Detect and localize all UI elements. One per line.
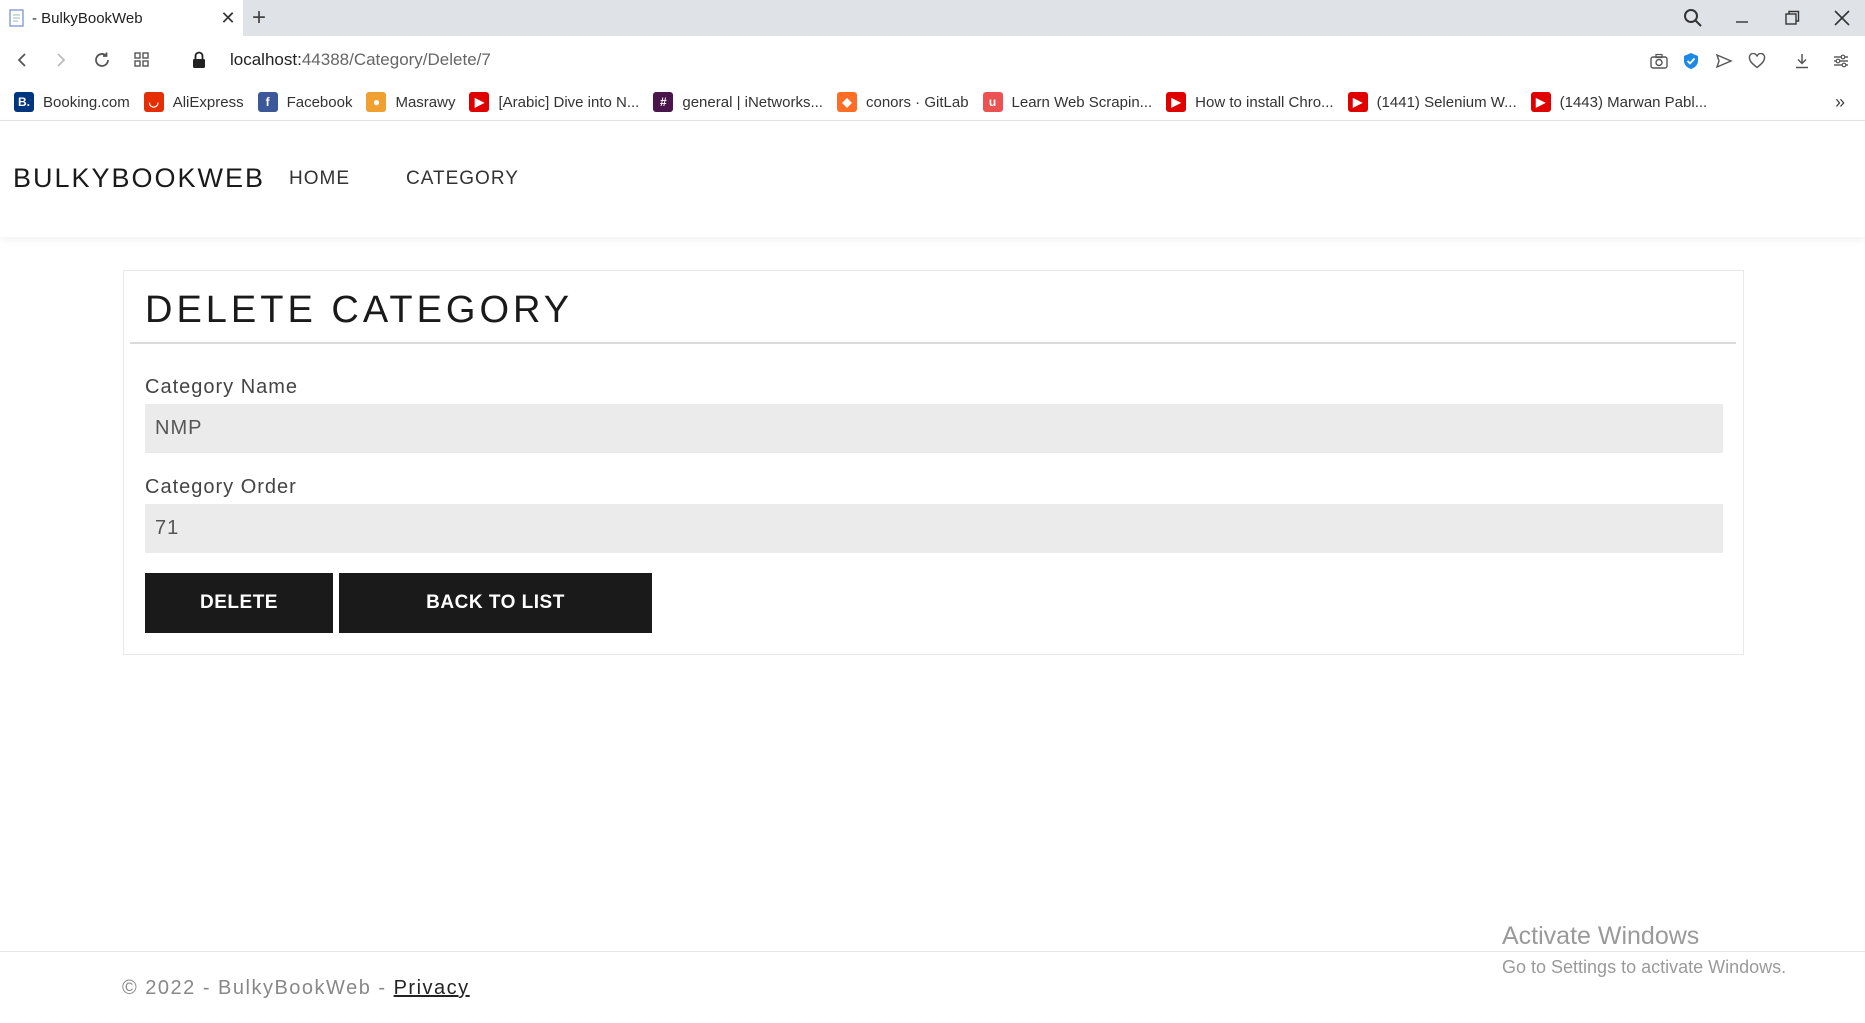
bookmark-label: conors · GitLab (865, 93, 969, 111)
minimize-icon[interactable] (1717, 0, 1767, 36)
camera-icon[interactable] (1646, 48, 1672, 74)
bookmark-item[interactable]: ▶ [Arabic] Dive into N... (469, 92, 639, 112)
bookmarks-overflow-icon[interactable]: » (1835, 92, 1845, 113)
bookmark-item[interactable]: # general | iNetworks... (653, 92, 823, 112)
browser-tab[interactable]: - BulkyBookWeb ✕ (0, 0, 243, 36)
bookmark-item[interactable]: ● Masrawy (366, 92, 455, 112)
heart-icon[interactable] (1744, 48, 1770, 74)
page-icon (8, 9, 26, 27)
close-window-icon[interactable] (1817, 0, 1865, 36)
title-divider (130, 342, 1736, 344)
restore-icon[interactable] (1767, 0, 1817, 36)
nav-home[interactable]: HOME (289, 168, 350, 190)
bookmark-item[interactable]: ▶ (1443) Marwan Pabl... (1530, 92, 1708, 112)
watermark-title: Activate Windows (1502, 922, 1700, 950)
page-title: DELETE CATEGORY (145, 289, 574, 331)
address-bar: localhost:44388/Category/Delete/7 (0, 36, 1865, 84)
lock-icon[interactable] (185, 46, 213, 74)
category-order-field[interactable] (145, 504, 1723, 553)
back-icon[interactable] (8, 46, 36, 74)
udemy-icon: u (982, 92, 1003, 112)
speed-dial-icon[interactable] (128, 46, 156, 74)
url-field[interactable]: localhost:44388/Category/Delete/7 (230, 50, 491, 70)
brand-link[interactable]: BULKYBOOKWEB (13, 163, 265, 194)
delete-category-card: DELETE CATEGORY Category Name Category O… (123, 270, 1744, 655)
youtube-icon: ▶ (1166, 92, 1187, 112)
bookmark-item[interactable]: ◡ AliExpress (143, 92, 244, 112)
watermark-subtitle: Go to Settings to activate Windows. (1502, 957, 1787, 977)
site-navbar: BULKYBOOKWEB HOME CATEGORY (0, 121, 1865, 237)
url-path: 44388/Category/Delete/7 (301, 50, 491, 69)
gitlab-icon: ◆ (836, 92, 857, 112)
category-name-label: Category Name (145, 376, 299, 398)
url-host: localhost: (230, 50, 302, 69)
close-tab-icon[interactable]: ✕ (213, 8, 243, 29)
bookmark-item[interactable]: f Facebook (257, 92, 353, 112)
footer: © 2022 - BulkyBookWeb - Privacy (122, 977, 470, 1000)
youtube-icon: ▶ (469, 92, 490, 112)
back-to-list-button[interactable]: BACK TO LIST (339, 573, 652, 633)
category-name-field[interactable] (145, 404, 1723, 453)
bookmark-item[interactable]: ▶ (1441) Selenium W... (1347, 92, 1517, 112)
youtube-icon: ▶ (1530, 92, 1551, 112)
bookmark-label: How to install Chro... (1195, 93, 1334, 111)
bookmark-item[interactable]: ▶ How to install Chro... (1166, 92, 1334, 112)
bookmarks-bar: B. Booking.com ◡ AliExpress f Facebook ● Masraw… (0, 84, 1865, 121)
new-tab-button[interactable]: + (252, 4, 266, 32)
send-icon[interactable] (1711, 48, 1737, 74)
bookmark-label: general | iNetworks... (682, 93, 823, 111)
reload-icon[interactable] (88, 46, 116, 74)
download-icon[interactable] (1789, 48, 1815, 74)
bookmark-label: (1441) Selenium W... (1376, 93, 1517, 111)
bookmark-label: Facebook (286, 93, 353, 111)
bookmark-label: AliExpress (172, 93, 244, 111)
bookmark-item[interactable]: B. Booking.com (14, 92, 130, 112)
bookmark-item[interactable]: ◆ conors · GitLab (836, 92, 969, 112)
aliexpress-icon: ◡ (143, 92, 164, 112)
bookmark-label: [Arabic] Dive into N... (498, 93, 640, 111)
easy-setup-icon[interactable] (1828, 48, 1854, 74)
activate-windows-watermark: Activate Windows Go to Settings to activ… (1502, 922, 1786, 978)
footer-copyright: © 2022 - BulkyBookWeb - (122, 977, 394, 999)
nav-category[interactable]: CATEGORY (406, 168, 519, 190)
search-tabs-icon[interactable] (1668, 0, 1718, 36)
forward-icon[interactable] (47, 46, 75, 74)
tab-title: - BulkyBookWeb (32, 9, 143, 27)
slack-icon: # (653, 92, 674, 112)
bookmark-label: Learn Web Scrapin... (1011, 93, 1153, 111)
delete-button[interactable]: DELETE (145, 573, 333, 633)
bookmark-label: Booking.com (43, 93, 130, 111)
browser-tab-bar: - BulkyBookWeb ✕ + (0, 0, 1865, 36)
bookmark-item[interactable]: u Learn Web Scrapin... (982, 92, 1153, 112)
bookmark-label: (1443) Marwan Pabl... (1559, 93, 1708, 111)
category-order-label: Category Order (145, 476, 297, 498)
privacy-link[interactable]: Privacy (394, 977, 470, 999)
shield-icon[interactable] (1678, 48, 1704, 74)
bookmark-label: Masrawy (395, 93, 456, 111)
facebook-icon: f (257, 92, 278, 112)
masrawy-icon: ● (366, 92, 387, 112)
youtube-icon: ▶ (1347, 92, 1368, 112)
booking-icon: B. (14, 92, 34, 112)
